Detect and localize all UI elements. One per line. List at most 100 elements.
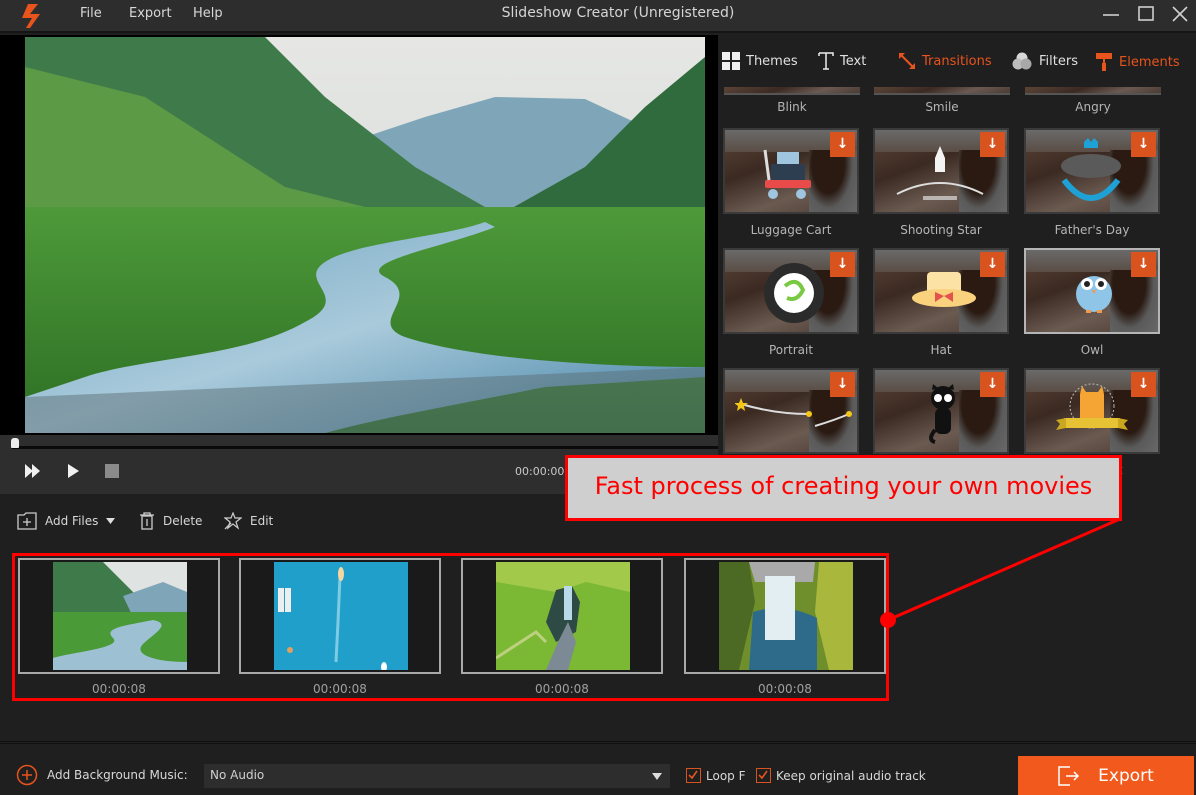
element-label: Shooting Star	[900, 223, 982, 237]
element-label: Owl	[1080, 343, 1104, 357]
tab-elements[interactable]: Elements	[1095, 52, 1180, 72]
filters-icon	[1012, 52, 1032, 70]
minimize-icon[interactable]	[1098, 3, 1124, 25]
element-thumbnail	[724, 87, 860, 95]
dizzy-graphic	[735, 398, 852, 427]
clip-duration: 00:00:08	[92, 682, 146, 696]
clip-duration: 00:00:08	[535, 682, 589, 696]
clip-duration: 00:00:08	[313, 682, 367, 696]
keep-audio-checkbox[interactable]: Keep original audio track	[756, 768, 926, 783]
clip-frame	[684, 558, 886, 674]
element-label: Smile	[925, 100, 959, 114]
edit-label: Edit	[250, 514, 274, 528]
yellow-cat-graphic	[1056, 383, 1128, 430]
loop-checkbox-box[interactable]	[686, 768, 701, 783]
element-thumbnail	[874, 87, 1010, 95]
clip-duration: 00:00:08	[758, 682, 812, 696]
clip-thumbnail-mountain-river	[53, 562, 187, 670]
check-icon	[688, 770, 698, 780]
export-icon	[1058, 766, 1080, 786]
keep-audio-checkbox-box[interactable]	[756, 768, 771, 783]
background-music-select[interactable]: No Audio	[204, 764, 670, 788]
download-icon[interactable]: ↓	[830, 132, 855, 157]
playback-scrubber[interactable]	[0, 435, 718, 449]
annotation-callout: Fast process of creating your own movies	[565, 455, 1122, 521]
tab-text-label: Text	[840, 53, 867, 69]
bottom-bar: Add Background Music: No Audio Loop F Ke…	[0, 743, 1196, 795]
download-icon[interactable]: ↓	[980, 132, 1005, 157]
add-file-icon	[17, 512, 37, 530]
tab-filters[interactable]: Filters	[1011, 52, 1078, 70]
download-icon[interactable]: ↓	[1131, 252, 1156, 277]
play-icon[interactable]	[66, 463, 80, 479]
luggage-cart-graphic	[763, 149, 811, 199]
trash-icon	[140, 512, 154, 530]
shooting-star-graphic	[896, 146, 984, 200]
fathers-day-graphic	[1061, 138, 1121, 201]
delete-label: Delete	[163, 514, 203, 528]
tab-transitions-label: Transitions	[922, 53, 992, 69]
element-label: Hat	[930, 343, 952, 357]
tab-themes[interactable]: Themes	[722, 52, 798, 70]
tab-transitions[interactable]: Transitions	[898, 52, 992, 70]
fast-forward-icon[interactable]	[24, 463, 42, 479]
preview-area	[0, 35, 718, 435]
download-icon[interactable]: ↓	[1131, 132, 1156, 157]
title-bar: File Export Help Slideshow Creator (Unre…	[0, 0, 1196, 33]
element-label: Angry	[1075, 100, 1111, 114]
elements-panel: Themes Text Transitions Filters Elements…	[718, 35, 1196, 495]
element-thumbnail	[1025, 87, 1161, 95]
download-icon[interactable]: ↓	[830, 252, 855, 277]
portrait-badge-graphic	[764, 263, 824, 323]
element-label: Portrait	[768, 343, 814, 357]
add-files-label: Add Files	[45, 514, 99, 528]
tab-filters-label: Filters	[1039, 53, 1078, 69]
clip-frame	[18, 558, 220, 674]
download-icon[interactable]: ↓	[830, 372, 855, 397]
tab-text[interactable]: Text	[818, 52, 866, 70]
chevron-down-icon	[652, 773, 662, 780]
close-icon[interactable]	[1167, 3, 1193, 25]
stop-icon[interactable]	[105, 464, 119, 478]
check-icon	[758, 770, 768, 780]
maximize-icon[interactable]	[1133, 3, 1159, 25]
clip-thumbnail-waterfall	[719, 562, 853, 670]
clip-frame	[239, 558, 441, 674]
clip-frame	[461, 558, 663, 674]
timeline: 00:00:08 00:00:08 00:00:08 00:00:08	[0, 544, 1196, 742]
scrubber-handle[interactable]	[11, 438, 19, 448]
delete-button[interactable]: Delete	[139, 512, 202, 530]
loop-label: Loop F	[706, 768, 746, 783]
export-button[interactable]: Export	[1018, 756, 1194, 795]
loop-checkbox[interactable]: Loop F	[686, 768, 746, 783]
download-icon[interactable]: ↓	[980, 372, 1005, 397]
element-label: Blink	[777, 100, 807, 114]
transitions-icon	[899, 53, 915, 69]
themes-grid-icon	[722, 52, 740, 70]
clip-thumbnail-blue-sea	[274, 562, 408, 670]
element-label: Father's Day	[1054, 223, 1130, 237]
clip-thumbnail-aerial-waterfall	[496, 562, 630, 670]
add-files-button[interactable]: Add Files	[17, 512, 116, 530]
window-title: Slideshow Creator (Unregistered)	[501, 5, 735, 21]
magic-wand-icon	[224, 512, 242, 530]
text-icon	[818, 52, 834, 70]
hat-graphic	[912, 272, 976, 307]
export-label: Export	[1098, 766, 1154, 786]
element-label: Luggage Cart	[750, 223, 832, 237]
panel-tabs: Themes Text Transitions Filters Elements	[718, 35, 1196, 87]
preview-image	[25, 37, 705, 433]
music-select-value: No Audio	[210, 768, 265, 782]
download-icon[interactable]: ↓	[1131, 372, 1156, 397]
chevron-down-icon[interactable]	[106, 518, 116, 524]
owl-graphic	[1076, 276, 1112, 313]
anxious-cat-graphic	[929, 384, 955, 444]
download-icon[interactable]: ↓	[980, 252, 1005, 277]
elements-paint-roller-icon	[1096, 53, 1112, 71]
keep-audio-label: Keep original audio track	[776, 768, 926, 783]
add-music-icon[interactable]	[16, 764, 38, 786]
callout-text: Fast process of creating your own movies	[594, 472, 1093, 500]
add-music-label: Add Background Music:	[47, 768, 188, 782]
tab-elements-label: Elements	[1119, 54, 1180, 70]
edit-button[interactable]: Edit	[224, 512, 273, 530]
